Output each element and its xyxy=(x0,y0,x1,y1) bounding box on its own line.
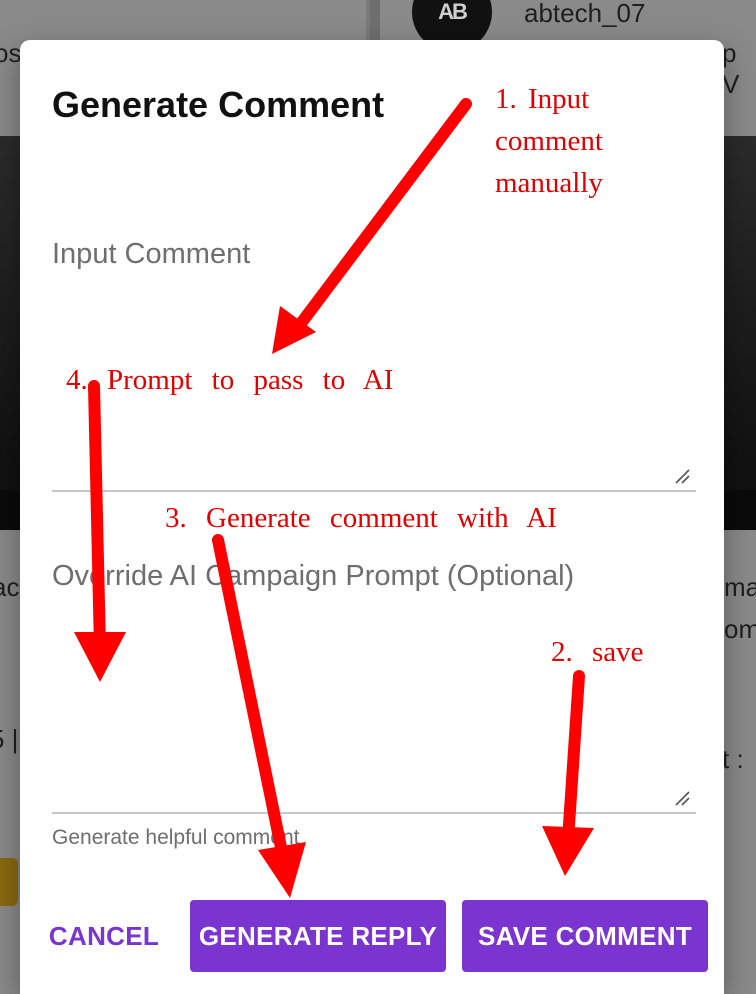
background-text-fragment: os xyxy=(0,38,22,68)
background-text-fragment: 5 | xyxy=(0,724,19,754)
annotation-step-2: 2. save xyxy=(551,636,644,668)
annotation-step-4: 4. Prompt to pass to AI xyxy=(66,364,394,396)
background-button xyxy=(0,858,18,906)
background-text-fragment: t : xyxy=(722,744,744,774)
background-username: abtech_07 xyxy=(524,0,646,28)
annotation-step-1: 1. Input comment manually xyxy=(495,83,603,199)
save-comment-button[interactable]: SAVE COMMENT xyxy=(462,900,708,972)
background-text-fragment: p V xyxy=(722,38,740,99)
override-prompt-label: Override AI Campaign Prompt (Optional) xyxy=(52,560,575,592)
input-comment-label: Input Comment xyxy=(52,238,251,270)
cancel-button[interactable]: CANCEL xyxy=(32,900,176,972)
resize-grip-icon[interactable] xyxy=(674,468,690,484)
override-prompt-helper: Generate helpful comment xyxy=(52,826,300,849)
resize-grip-icon[interactable] xyxy=(674,790,690,806)
generate-reply-button[interactable]: GENERATE REPLY xyxy=(190,900,446,972)
background-text-fragment: ac xyxy=(0,572,20,602)
annotation-step-3: 3. Generate comment with AI xyxy=(165,502,557,534)
background-text-fragment: om xyxy=(724,614,756,644)
dialog-title: Generate Comment xyxy=(52,84,385,125)
background-text-fragment: ma xyxy=(724,572,756,602)
